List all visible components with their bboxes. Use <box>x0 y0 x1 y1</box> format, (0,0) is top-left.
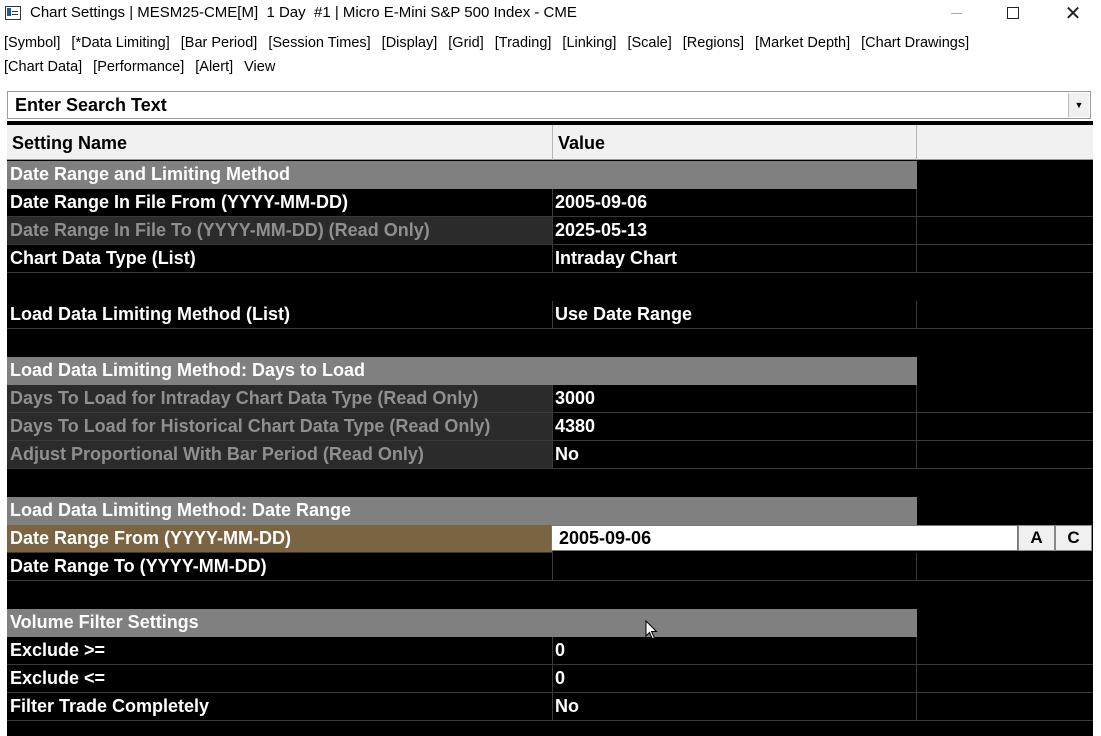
title-bar: Chart Settings | MESM25-CME[M] 1 Day #1 … <box>0 0 1101 26</box>
setting-row[interactable]: Adjust Proportional With Bar Period (Rea… <box>7 441 1093 469</box>
setting-extra <box>917 217 1093 245</box>
setting-extra <box>917 301 1093 329</box>
menu-item[interactable]: [Performance] <box>93 59 184 75</box>
menu-item[interactable]: [Market Depth] <box>755 35 850 51</box>
setting-row[interactable]: Date Range In File From (YYYY-MM-DD) 2005… <box>7 189 1093 217</box>
close-icon: ✕ <box>1064 2 1082 25</box>
minimize-button[interactable] <box>933 0 979 26</box>
settings-grid: Setting Name Value Date Range and Limiti… <box>7 125 1093 736</box>
blank-row <box>7 469 1093 497</box>
setting-name: Days To Load for Intraday Chart Data Typ… <box>7 385 553 413</box>
setting-row[interactable]: Date Range From (YYYY-MM-DD) 2005-09-06 A C <box>7 525 1093 553</box>
search-placeholder: Enter Search Text <box>15 95 167 115</box>
menu-item[interactable]: [Regions] <box>683 35 744 51</box>
menu-item[interactable]: [Alert] <box>195 59 233 75</box>
setting-row[interactable]: Date Range In File To (YYYY-MM-DD) (Read… <box>7 217 1093 245</box>
setting-row[interactable]: Days To Load for Intraday Chart Data Typ… <box>7 385 1093 413</box>
setting-extra <box>917 637 1093 665</box>
chevron-down-icon[interactable]: ▼ <box>1068 93 1089 117</box>
setting-row[interactable]: Days To Load for Historical Chart Data T… <box>7 413 1093 441</box>
setting-value: 3000 <box>553 385 917 413</box>
setting-name: Exclude <= <box>7 665 553 693</box>
setting-extra <box>917 245 1093 273</box>
apply-button[interactable]: A <box>1018 525 1055 551</box>
group-header-label: Volume Filter Settings <box>7 609 917 637</box>
setting-value[interactable]: Intraday Chart <box>553 245 917 273</box>
setting-row[interactable]: Filter Trade Completely No <box>7 693 1093 721</box>
setting-row[interactable]: Exclude >= 0 <box>7 637 1093 665</box>
window-title: Chart Settings | MESM25-CME[M] 1 Day #1 … <box>30 4 577 21</box>
search-input[interactable]: Enter Search Text ▼ <box>7 91 1091 119</box>
setting-value-input[interactable]: 2005-09-06 <box>551 525 1018 551</box>
cancel-button[interactable]: C <box>1055 525 1092 551</box>
group-header-row[interactable]: Load Data Limiting Method: Days to Load <box>7 357 1093 385</box>
setting-extra <box>917 665 1093 693</box>
setting-name: Load Data Limiting Method (List) <box>7 301 553 329</box>
setting-value[interactable]: 0 <box>553 665 917 693</box>
setting-value[interactable]: Use Date Range <box>553 301 917 329</box>
menu-item[interactable]: [Linking] <box>562 35 616 51</box>
setting-value[interactable]: 0 <box>553 637 917 665</box>
setting-name: Days To Load for Historical Chart Data T… <box>7 413 553 441</box>
setting-name: Chart Data Type (List) <box>7 245 553 273</box>
setting-row[interactable]: Exclude <= 0 <box>7 665 1093 693</box>
group-header-label: Load Data Limiting Method: Days to Load <box>7 357 917 385</box>
group-header-row[interactable]: Date Range and Limiting Method <box>7 161 1093 189</box>
setting-name: Filter Trade Completely <box>7 693 553 721</box>
menu-item[interactable]: View <box>244 59 275 75</box>
menu-row: [Symbol] [*Data Limiting] [Bar Period] [Ses… <box>4 35 980 57</box>
app-icon <box>5 6 21 20</box>
column-header-value[interactable]: Value <box>553 125 917 160</box>
setting-extra <box>917 553 1093 581</box>
setting-value: 4380 <box>553 413 917 441</box>
mouse-cursor-icon <box>645 620 658 640</box>
setting-value: No <box>553 441 917 469</box>
setting-name: Date Range In File From (YYYY-MM-DD) <box>7 189 553 217</box>
setting-extra <box>917 441 1093 469</box>
blank-row <box>7 273 1093 301</box>
menu-item[interactable]: [Chart Drawings] <box>861 35 969 51</box>
setting-row[interactable]: Load Data Limiting Method (List) Use Date… <box>7 301 1093 329</box>
setting-value: 2025-05-13 <box>553 217 917 245</box>
menu-row: [Chart Data] [Performance] [Alert] View <box>4 59 286 81</box>
setting-value[interactable]: No <box>553 693 917 721</box>
setting-row[interactable]: Chart Data Type (List) Intraday Chart <box>7 245 1093 273</box>
setting-name: Exclude >= <box>7 637 553 665</box>
setting-name: Date Range In File To (YYYY-MM-DD) (Read… <box>7 217 553 245</box>
setting-extra <box>917 189 1093 217</box>
setting-value[interactable]: 2005-09-06 <box>553 189 917 217</box>
group-header-label: Load Data Limiting Method: Date Range <box>7 497 917 525</box>
group-header-row[interactable]: Load Data Limiting Method: Date Range <box>7 497 1093 525</box>
setting-value[interactable] <box>553 553 917 581</box>
setting-name: Adjust Proportional With Bar Period (Rea… <box>7 441 553 469</box>
menu-item[interactable]: [Trading] <box>495 35 552 51</box>
menu-item[interactable]: [Display] <box>382 35 438 51</box>
menu-item[interactable]: [Scale] <box>627 35 671 51</box>
close-button[interactable]: ✕ <box>1050 0 1096 26</box>
minimize-icon <box>950 12 962 14</box>
setting-extra <box>917 693 1093 721</box>
maximize-icon <box>1007 7 1019 19</box>
setting-extra <box>917 385 1093 413</box>
menu-item[interactable]: [Session Times] <box>268 35 370 51</box>
menu-item[interactable]: [Bar Period] <box>181 35 258 51</box>
group-header-row[interactable]: Volume Filter Settings <box>7 609 1093 637</box>
blank-row <box>7 329 1093 357</box>
grid-header: Setting Name Value <box>7 125 1093 160</box>
setting-extra <box>917 413 1093 441</box>
column-header-extra <box>917 125 1093 160</box>
menu-item[interactable]: [*Data Limiting] <box>71 35 169 51</box>
setting-name: Date Range From (YYYY-MM-DD) <box>7 525 553 553</box>
setting-name: Date Range To (YYYY-MM-DD) <box>7 553 553 581</box>
menu-item[interactable]: [Symbol] <box>4 35 60 51</box>
column-header-setting-name[interactable]: Setting Name <box>7 125 553 160</box>
group-header-label: Date Range and Limiting Method <box>7 161 917 189</box>
maximize-button[interactable] <box>990 0 1036 26</box>
menu-item[interactable]: [Chart Data] <box>4 59 82 75</box>
menu-item[interactable]: [Grid] <box>448 35 483 51</box>
blank-row <box>7 581 1093 609</box>
setting-row[interactable]: Date Range To (YYYY-MM-DD) <box>7 553 1093 581</box>
